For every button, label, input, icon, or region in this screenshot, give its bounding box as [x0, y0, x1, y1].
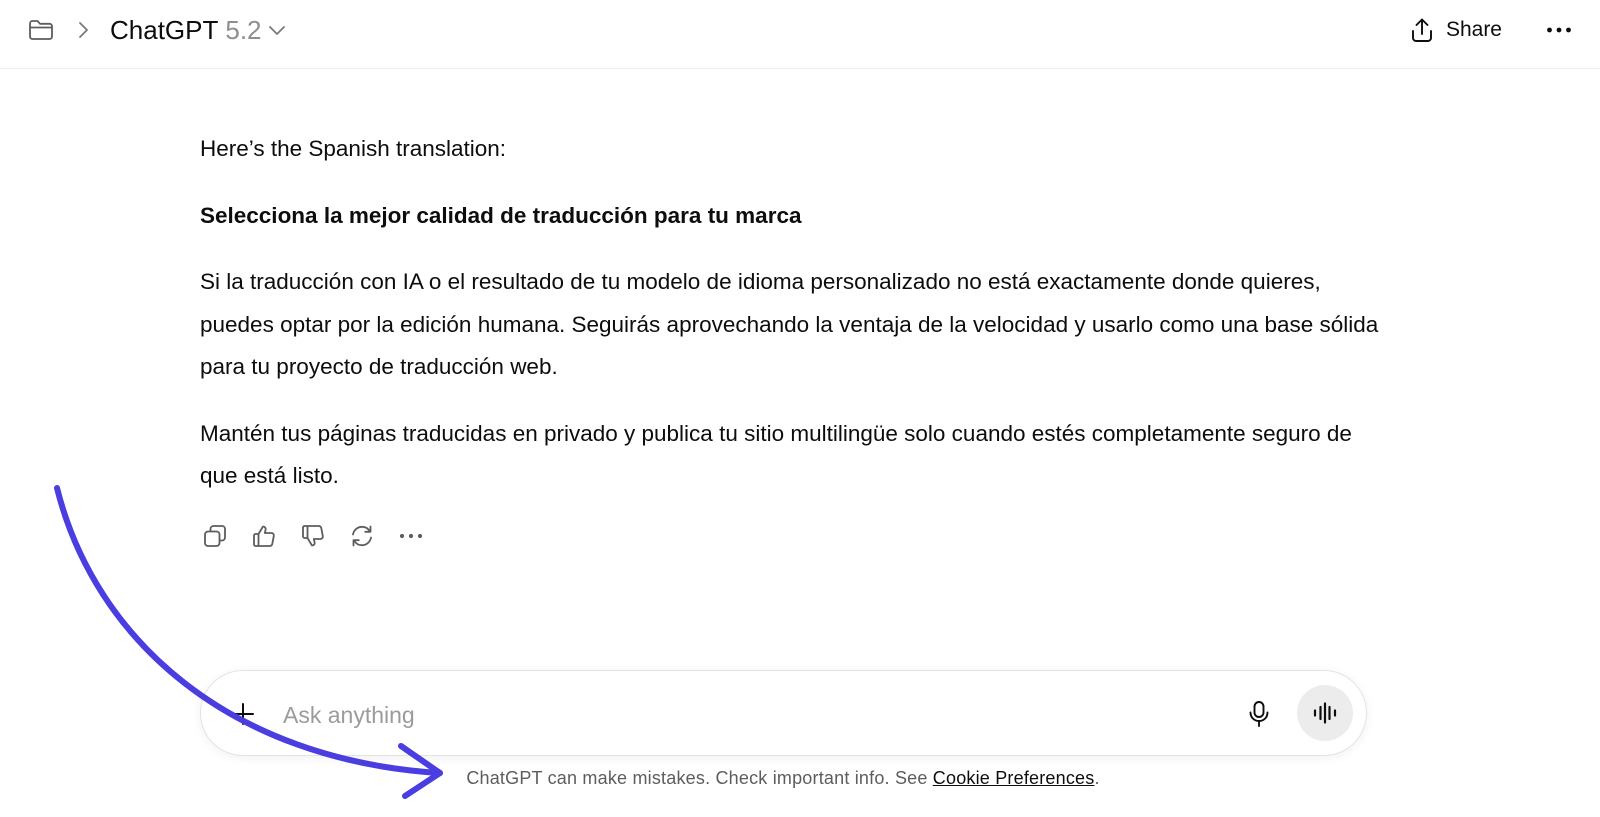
thumbs-down-icon	[302, 525, 324, 547]
disclaimer-text: ChatGPT can make mistakes. Check importa…	[466, 768, 933, 788]
cookie-preferences-link[interactable]: Cookie Preferences	[933, 768, 1095, 788]
disclaimer-suffix: .	[1094, 768, 1100, 788]
more-actions-button[interactable]	[393, 518, 429, 554]
model-name: ChatGPT	[110, 14, 219, 45]
share-button[interactable]: Share	[1402, 11, 1510, 49]
message-heading: Selecciona la mejor calidad de traducció…	[200, 202, 802, 228]
assistant-message: Here’s the Spanish translation: Seleccio…	[200, 128, 1380, 522]
voice-mode-button[interactable]	[1297, 685, 1353, 741]
bad-response-button[interactable]	[295, 518, 331, 554]
conversation-options-button[interactable]	[1540, 11, 1578, 49]
thumbs-up-icon	[253, 525, 275, 547]
prompt-composer	[200, 670, 1367, 756]
regenerate-icon	[352, 525, 372, 547]
model-version: 5.2	[225, 14, 262, 45]
more-horizontal-icon	[399, 533, 423, 539]
copy-button[interactable]	[197, 518, 233, 554]
message-paragraph: Mantén tus páginas traducidas en privado…	[200, 420, 1352, 489]
message-intro: Here’s the Spanish translation:	[200, 136, 507, 161]
dictate-button[interactable]	[1239, 694, 1279, 734]
message-paragraph: Si la traducción con IA o el resultado d…	[200, 269, 1379, 379]
model-dropdown-chevron	[268, 24, 286, 36]
message-actions	[197, 518, 429, 554]
microphone-icon	[1249, 701, 1269, 727]
copy-icon	[204, 525, 226, 547]
attach-button[interactable]	[223, 694, 263, 734]
plus-icon	[232, 703, 254, 725]
good-response-button[interactable]	[246, 518, 282, 554]
model-selector[interactable]: ChatGPT 5.2	[106, 11, 290, 49]
chat-page: ChatGPT 5.2 Share Here’s the Spanish tra…	[0, 0, 1600, 817]
share-label: Share	[1445, 18, 1502, 41]
disclaimer: ChatGPT can make mistakes. Check importa…	[0, 768, 1566, 789]
regenerate-button[interactable]	[344, 518, 380, 554]
share-upload-icon	[1412, 18, 1432, 42]
chevron-down-icon	[268, 26, 285, 35]
folder-button[interactable]	[24, 13, 58, 47]
prompt-input[interactable]	[281, 693, 1225, 737]
folder-icon	[29, 20, 53, 40]
chevron-right-icon	[79, 22, 88, 38]
more-horizontal-icon	[1547, 27, 1571, 33]
top-bar: ChatGPT 5.2 Share	[0, 0, 1600, 69]
breadcrumb-separator	[74, 19, 92, 41]
voice-waveform-icon	[1313, 702, 1337, 724]
